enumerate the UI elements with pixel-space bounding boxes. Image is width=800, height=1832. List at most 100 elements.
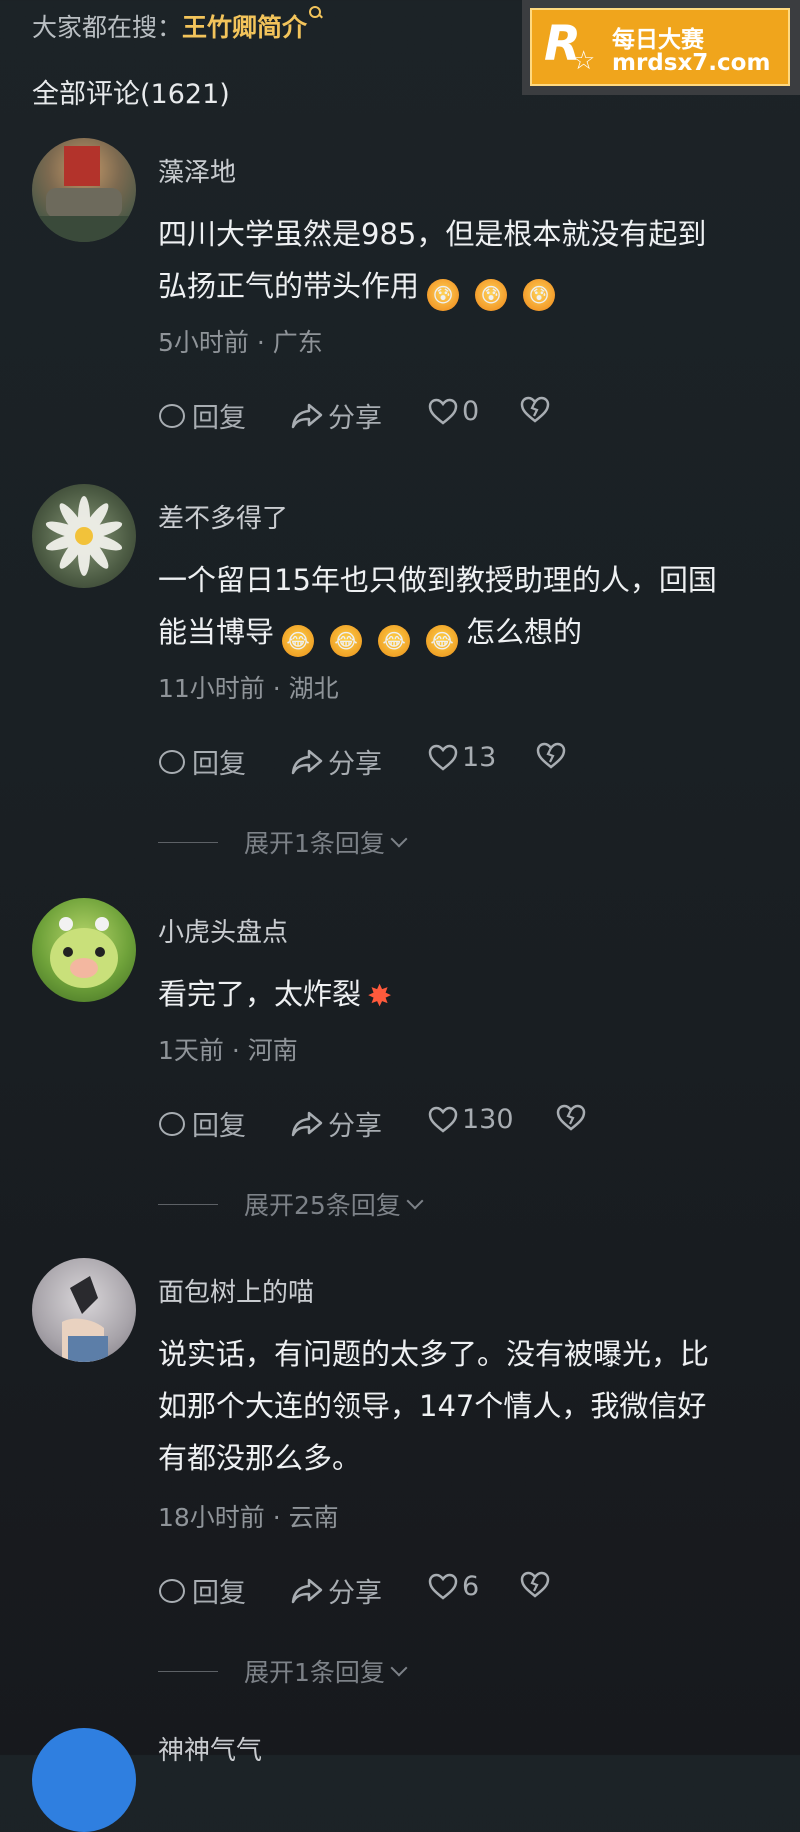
reply-label: 回复 [192, 1111, 246, 1142]
heart-icon [428, 1573, 458, 1600]
comment-time: 18小时前 [158, 1503, 265, 1532]
dislike-button[interactable] [520, 396, 550, 424]
comment-text: 一个留日15年也只做到教授助理的人，回国 能当博导 😂 😂 😂 😂 怎么想的 [158, 554, 780, 658]
like-button[interactable]: 13 [428, 742, 496, 773]
reply-button[interactable]: 回复 [158, 742, 246, 781]
comment-line: 有都没那么多。 [158, 1441, 362, 1475]
username[interactable]: 小虎头盘点 [158, 912, 288, 949]
sweat-emoji: 😰 [523, 279, 556, 311]
avatar-image [32, 146, 136, 242]
like-count: 13 [462, 742, 497, 773]
expand-label: 展开25条回复 [244, 1191, 401, 1220]
avatar[interactable] [32, 1728, 136, 1832]
expand-label: 展开1条回复 [244, 829, 385, 858]
avatar[interactable] [32, 484, 136, 588]
like-button[interactable]: 6 [428, 1571, 479, 1602]
share-button[interactable]: 分享 [290, 396, 382, 435]
avatar[interactable] [32, 1258, 136, 1362]
expand-replies-button[interactable]: 展开25条回复 [158, 1186, 424, 1222]
comment-line-with-emoji: 弘扬正气的带头作用 😰 😰 😰 [158, 260, 780, 312]
comment-line-with-emoji: 能当博导 😂 😂 😂 😂 怎么想的 [158, 606, 780, 658]
comment-text: 说实话，有问题的太多了。没有被曝光，比 如那个大连的领导，147个情人，我微信好… [158, 1328, 780, 1484]
comment-location: 河南 [247, 1036, 298, 1065]
expand-label: 展开1条回复 [244, 1658, 385, 1687]
comment-meta: 11小时前 · 湖北 [158, 674, 339, 703]
like-count: 130 [462, 1104, 514, 1135]
reply-icon [158, 403, 186, 429]
like-button[interactable]: 130 [428, 1104, 514, 1135]
reply-label: 回复 [192, 1578, 246, 1609]
share-label: 分享 [328, 403, 382, 434]
comment-line: 如那个大连的领导，147个情人，我微信好 [158, 1389, 707, 1423]
watermark-title: 每日大赛 [612, 27, 704, 53]
comment-location: 广东 [272, 328, 323, 357]
share-button[interactable]: 分享 [290, 742, 382, 781]
avatar[interactable] [32, 138, 136, 242]
avatar[interactable] [32, 898, 136, 1002]
comment-text: 四川大学虽然是985，但是根本就没有起到 弘扬正气的带头作用 😰 😰 😰 [158, 208, 780, 312]
comment-line: 看完了，太炸裂 [158, 977, 362, 1011]
expand-replies-button[interactable]: 展开1条回复 [158, 824, 408, 860]
divider [158, 841, 218, 843]
username[interactable]: 藻泽地 [158, 152, 236, 189]
comment-meta: 18小时前 · 云南 [158, 1503, 339, 1532]
avatar-image [50, 917, 118, 988]
share-button[interactable]: 分享 [290, 1104, 382, 1143]
watermark-logo: R ☆ 每日大赛 mrdsx7.com [522, 0, 800, 95]
reply-icon [158, 749, 186, 775]
reply-button[interactable]: 回复 [158, 1571, 246, 1610]
comment-text: 看完了，太炸裂 ✸ [158, 968, 780, 1023]
laughing-emoji: 😂 [426, 625, 459, 657]
search-prefix: 大家都在搜： [32, 13, 183, 42]
comment-meta: 5小时前 · 广东 [158, 328, 323, 357]
comment-line-suffix: 怎么想的 [466, 615, 583, 649]
comment-line: 能当博导 [158, 615, 275, 649]
like-count: 6 [462, 1571, 480, 1602]
sweat-emoji: 😰 [427, 279, 460, 311]
dislike-button[interactable] [520, 1571, 550, 1599]
reply-label: 回复 [192, 403, 246, 434]
username[interactable]: 神神气气 [158, 1730, 262, 1767]
comment-line: 一个留日15年也只做到教授助理的人，回国 [158, 563, 717, 597]
reply-icon [158, 1111, 186, 1137]
comment-line: 四川大学虽然是985，但是根本就没有起到 [158, 217, 707, 251]
heart-icon [428, 1106, 458, 1133]
username[interactable]: 面包树上的喵 [158, 1272, 314, 1309]
laughing-emoji: 😂 [330, 625, 363, 657]
username[interactable]: 差不多得了 [158, 498, 288, 535]
heart-icon [428, 398, 458, 425]
comment-time: 5小时前 [158, 328, 249, 357]
share-label: 分享 [328, 1111, 382, 1142]
expand-replies-button[interactable]: 展开1条回复 [158, 1653, 408, 1689]
dislike-button[interactable] [556, 1104, 586, 1132]
share-button[interactable]: 分享 [290, 1571, 382, 1610]
like-count: 0 [462, 396, 480, 427]
broken-heart-icon [520, 1571, 550, 1598]
share-label: 分享 [328, 1578, 382, 1609]
divider [158, 1670, 218, 1672]
watermark-url: mrdsx7.com [612, 50, 771, 76]
search-suggestion[interactable]: 大家都在搜：王竹卿简介 [32, 6, 323, 44]
comment-meta: 1天前 · 河南 [158, 1036, 298, 1065]
comment-time: 1天前 [158, 1036, 224, 1065]
share-icon [291, 749, 323, 774]
share-icon [291, 403, 323, 428]
star-icon: ☆ [572, 46, 596, 76]
sweat-emoji: 😰 [475, 279, 508, 311]
chevron-down-icon [390, 830, 408, 848]
share-icon [291, 1578, 323, 1603]
dislike-button[interactable] [536, 742, 566, 770]
comment-location: 云南 [288, 1503, 339, 1532]
search-keyword-link[interactable]: 王竹卿简介 [182, 13, 307, 42]
share-label: 分享 [328, 749, 382, 780]
share-icon [291, 1111, 323, 1136]
reply-label: 回复 [192, 749, 246, 780]
search-icon [309, 6, 323, 20]
avatar-image [62, 1276, 108, 1362]
laughing-emoji: 😂 [282, 625, 315, 657]
reply-button[interactable]: 回复 [158, 396, 246, 435]
reply-button[interactable]: 回复 [158, 1104, 246, 1143]
chevron-down-icon [390, 1659, 408, 1677]
broken-heart-icon [520, 396, 550, 423]
like-button[interactable]: 0 [428, 396, 479, 427]
